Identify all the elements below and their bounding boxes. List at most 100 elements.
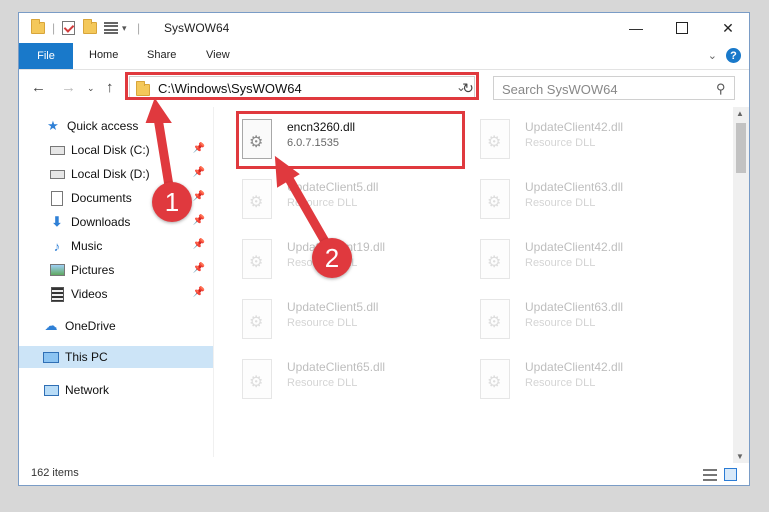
tab-share[interactable]: Share [147, 49, 176, 61]
file-name: UpdateClient5.dll [287, 180, 379, 194]
sidebar-item-label: Documents [71, 191, 132, 205]
sidebar-item-label: Network [65, 383, 110, 397]
customize-toolbar-chevron-icon[interactable]: ▾ [122, 20, 127, 36]
search-icon: ⚲ [716, 81, 726, 96]
pin-icon[interactable]: 📌 [193, 239, 205, 250]
step-1-badge: 1 [152, 182, 192, 222]
sidebar-item-label: Downloads [71, 215, 131, 229]
file-type: Resource DLL [525, 137, 596, 149]
details-view-icon[interactable] [703, 469, 717, 481]
properties-check-icon[interactable] [62, 20, 75, 36]
scroll-down-arrow-icon[interactable]: ▼ [736, 452, 744, 461]
file-item[interactable]: UpdateClient42.dll Resource DLL [477, 117, 701, 169]
pin-icon[interactable]: 📌 [193, 167, 205, 178]
sidebar-item-videos[interactable]: Videos 📌 [19, 283, 213, 305]
file-highlight-box [236, 111, 465, 169]
pictures-icon [49, 262, 65, 278]
file-item[interactable]: UpdateClient5.dll Resource DLL [239, 297, 463, 349]
file-name: UpdateClient63.dll [525, 180, 624, 194]
documents-icon [49, 190, 65, 206]
sidebar-item-pictures[interactable]: Pictures 📌 [19, 259, 213, 281]
pin-icon[interactable]: 📌 [193, 191, 205, 202]
close-button[interactable]: ✕ [705, 13, 749, 43]
dll-file-icon [242, 179, 272, 219]
music-icon: ♪ [53, 238, 61, 254]
pin-icon[interactable]: 📌 [193, 215, 205, 226]
file-item[interactable]: UpdateClient65.dll Resource DLL [239, 357, 463, 409]
dll-file-icon [480, 239, 510, 279]
sidebar-item-this-pc[interactable]: This PC [19, 346, 213, 368]
item-count: 162 items [31, 467, 79, 479]
title-separator: | [137, 21, 141, 35]
step-2-badge: 2 [312, 238, 352, 278]
sidebar-item-label: Quick access [67, 119, 139, 133]
sidebar-item-label: Pictures [71, 263, 115, 277]
file-type: Resource DLL [287, 197, 358, 209]
properties-list-icon[interactable] [104, 20, 118, 36]
window-title: SysWOW64 [164, 21, 230, 35]
dll-file-icon [480, 299, 510, 339]
dll-file-icon [242, 239, 272, 279]
file-type: Resource DLL [287, 317, 358, 329]
title-bar: | ▾ | SysWOW64 — ✕ [19, 13, 749, 43]
toolbar-separator: | [52, 21, 56, 35]
dll-file-icon [480, 119, 510, 159]
close-icon: ✕ [722, 19, 734, 36]
large-icons-view-icon[interactable] [724, 468, 737, 481]
sidebar-item-quick-access[interactable]: ★ Quick access [19, 115, 213, 137]
dll-file-icon [480, 359, 510, 399]
sidebar-item-music[interactable]: ♪ Music 📌 [19, 235, 213, 257]
sidebar-item-label: Local Disk (C:) [71, 143, 150, 157]
file-name: UpdateClient63.dll [525, 300, 624, 314]
file-type: Resource DLL [287, 377, 358, 389]
status-bar: 162 items [19, 463, 749, 485]
tab-view[interactable]: View [206, 49, 230, 61]
minimize-button[interactable]: — [613, 13, 659, 43]
sidebar-item-label: Music [71, 239, 103, 253]
help-icon[interactable]: ? [726, 48, 741, 63]
tab-home[interactable]: Home [89, 49, 118, 61]
file-item[interactable]: UpdateClient42.dll Resource DLL [477, 237, 701, 289]
sidebar-item-local-disk-d[interactable]: Local Disk (D:) 📌 [19, 163, 213, 185]
new-folder-icon[interactable] [83, 19, 97, 36]
file-item[interactable]: UpdateClient63.dll Resource DLL [477, 297, 701, 349]
sidebar-item-label: OneDrive [65, 319, 116, 333]
up-arrow-icon[interactable]: ↑ [106, 79, 114, 96]
maximize-button[interactable] [659, 13, 705, 43]
file-item[interactable]: UpdateClient63.dll Resource DLL [477, 177, 701, 229]
file-name: UpdateClient5.dll [287, 300, 379, 314]
network-icon [43, 382, 59, 398]
forward-arrow-icon[interactable]: → [61, 79, 76, 96]
expand-ribbon-chevron-icon[interactable]: ⌄ [708, 49, 717, 62]
back-arrow-icon[interactable]: ← [31, 79, 46, 96]
sidebar-item-network[interactable]: Network [19, 379, 213, 401]
minimize-icon: — [629, 20, 643, 36]
ribbon-tabs: File Home Share View ⌄ ? [19, 43, 749, 70]
pin-icon[interactable]: 📌 [193, 287, 205, 298]
search-input[interactable] [500, 80, 704, 98]
scroll-up-arrow-icon[interactable]: ▲ [736, 109, 744, 118]
tab-file[interactable]: File [19, 43, 73, 69]
cloud-icon: ☁ [44, 318, 58, 333]
maximize-icon [676, 22, 688, 34]
star-icon: ★ [47, 118, 59, 133]
sidebar-item-local-disk-c[interactable]: Local Disk (C:) 📌 [19, 139, 213, 161]
pin-icon[interactable]: 📌 [193, 143, 205, 154]
drive-icon [49, 142, 65, 158]
file-type: Resource DLL [525, 377, 596, 389]
sidebar-item-label: This PC [65, 350, 108, 364]
vertical-scrollbar[interactable]: ▲ ▼ [733, 107, 749, 463]
navigation-pane: ★ Quick access Local Disk (C:) 📌 Local D… [19, 107, 214, 457]
sidebar-item-onedrive[interactable]: ☁ OneDrive [19, 315, 213, 337]
search-box[interactable]: ⚲ [493, 76, 735, 100]
sidebar-item-label: Local Disk (D:) [71, 167, 150, 181]
recent-locations-chevron-icon[interactable]: ⌄ [87, 83, 95, 94]
file-name: UpdateClient42.dll [525, 120, 624, 134]
file-type: Resource DLL [525, 197, 596, 209]
file-item[interactable]: UpdateClient5.dll Resource DLL [239, 177, 463, 229]
scrollbar-thumb[interactable] [736, 123, 746, 173]
pin-icon[interactable]: 📌 [193, 263, 205, 274]
file-item[interactable]: UpdateClient42.dll Resource DLL [477, 357, 701, 409]
file-name: UpdateClient65.dll [287, 360, 386, 374]
drive-icon [49, 166, 65, 182]
